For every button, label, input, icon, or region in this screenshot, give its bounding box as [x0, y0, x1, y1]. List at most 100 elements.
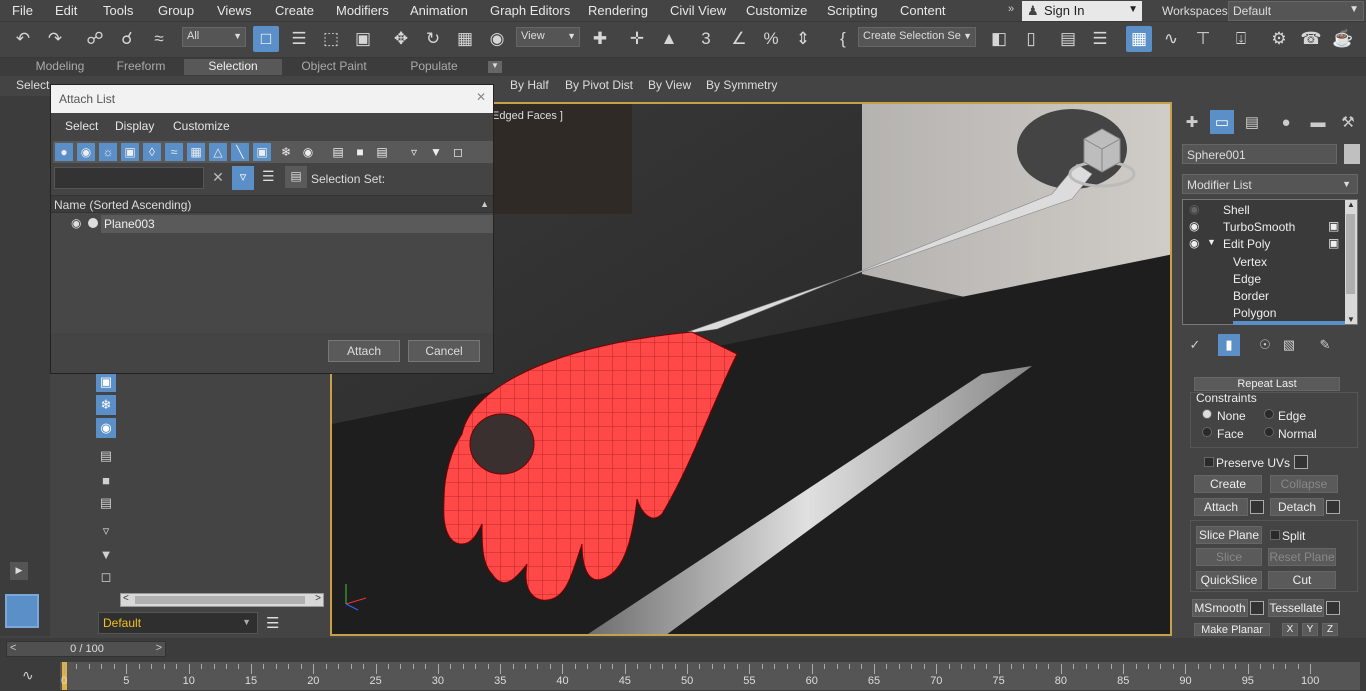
- attach-button[interactable]: Attach: [328, 340, 400, 362]
- named-selection-set-select[interactable]: Create Selection Se ▼: [858, 27, 976, 47]
- menu-animation[interactable]: Animation: [410, 3, 468, 18]
- schematic-view-icon[interactable]: ⍗: [1228, 26, 1254, 52]
- menu-rendering[interactable]: Rendering: [588, 3, 648, 18]
- collapse-button[interactable]: Collapse: [1270, 475, 1338, 493]
- viewport-layout-icon[interactable]: [5, 594, 39, 628]
- display-hidden-icon[interactable]: ◉: [96, 418, 116, 438]
- scroll-left-icon[interactable]: <: [123, 593, 129, 604]
- object-color-swatch[interactable]: [1344, 144, 1360, 164]
- redo-icon[interactable]: ↷: [42, 26, 68, 52]
- dope-sheet-icon[interactable]: ⊤: [1190, 26, 1216, 52]
- expand-down-icon[interactable]: ▼: [1207, 237, 1216, 247]
- next-frame-icon[interactable]: >: [156, 642, 162, 654]
- scene-explorer-toggle-icon[interactable]: ▤: [1055, 26, 1081, 52]
- dialog-menu-customize[interactable]: Customize: [173, 119, 230, 133]
- planar-x-button[interactable]: X: [1282, 623, 1298, 636]
- select-all-icon[interactable]: ▤: [329, 143, 347, 161]
- subobject-edge[interactable]: Edge: [1233, 272, 1261, 289]
- menu-views[interactable]: Views: [217, 3, 251, 18]
- curve-editor-icon[interactable]: ∿: [1158, 26, 1184, 52]
- layer-stack-icon[interactable]: ☰: [266, 614, 279, 632]
- planar-z-button[interactable]: Z: [1322, 623, 1338, 636]
- subobject-vertex[interactable]: Vertex: [1233, 255, 1267, 272]
- render-frame-icon[interactable]: ☕: [1330, 26, 1356, 52]
- spacewarps-filter-icon[interactable]: ≈: [165, 143, 183, 161]
- stack-item-turbosmooth[interactable]: ◉ TurboSmooth ▣: [1183, 219, 1345, 236]
- dialog-menu-select[interactable]: Select: [65, 119, 98, 133]
- select-button[interactable]: Select: [16, 78, 49, 92]
- create-panel-icon[interactable]: ✚: [1180, 110, 1204, 134]
- list-item-name[interactable]: Plane003: [101, 215, 493, 233]
- visibility-off-icon[interactable]: ◉: [1189, 202, 1199, 216]
- menu-edit[interactable]: Edit: [55, 3, 77, 18]
- menu-graph-editors[interactable]: Graph Editors: [490, 3, 570, 18]
- dialog-search-input[interactable]: [54, 167, 204, 189]
- sign-in-button[interactable]: ♟ Sign In ▼: [1022, 1, 1142, 21]
- select-invert-icon[interactable]: ▤: [96, 493, 116, 513]
- menu-civil-view[interactable]: Civil View: [670, 3, 726, 18]
- select-none-icon[interactable]: ■: [96, 470, 116, 490]
- modifier-list-select[interactable]: Modifier List ▼: [1182, 174, 1358, 194]
- slice-button[interactable]: Slice: [1196, 548, 1262, 566]
- select-by-name-icon[interactable]: ☰: [286, 26, 312, 52]
- scale-icon[interactable]: ▦: [452, 26, 478, 52]
- spinner-snap-icon[interactable]: ⇕: [790, 26, 816, 52]
- hierarchy-icon[interactable]: ▤: [285, 166, 307, 188]
- stack-item-shell[interactable]: ◉ Shell: [1183, 202, 1345, 219]
- rotate-icon[interactable]: ↻: [420, 26, 446, 52]
- display-cameras-icon[interactable]: ▣: [96, 372, 116, 392]
- by-pivot-dist-button[interactable]: By Pivot Dist: [565, 78, 633, 92]
- stack-item-edit-poly[interactable]: ◉ ▼ Edit Poly ▣: [1183, 236, 1345, 253]
- msmooth-settings-icon[interactable]: [1250, 601, 1264, 615]
- preserve-uvs-checkbox[interactable]: [1204, 457, 1214, 467]
- geometry-filter-icon[interactable]: ●: [55, 143, 73, 161]
- dialog-menu-display[interactable]: Display: [115, 119, 154, 133]
- pin-stack-icon[interactable]: ✓: [1184, 334, 1206, 356]
- by-symmetry-button[interactable]: By Symmetry: [706, 78, 777, 92]
- scroll-right-icon[interactable]: >: [315, 593, 321, 604]
- subobject-border[interactable]: Border: [1233, 289, 1269, 306]
- groups-filter-icon[interactable]: ▦: [187, 143, 205, 161]
- motion-panel-icon[interactable]: ●: [1274, 110, 1298, 134]
- angle-snap-icon[interactable]: ∠: [726, 26, 752, 52]
- dialog-title-bar[interactable]: Attach List: [51, 85, 493, 113]
- select-none-icon[interactable]: ■: [351, 143, 369, 161]
- filter-icon[interactable]: ▿: [405, 143, 423, 161]
- tab-object-paint[interactable]: Object Paint: [288, 59, 380, 75]
- menu-create[interactable]: Create: [275, 3, 314, 18]
- by-view-button[interactable]: By View: [648, 78, 691, 92]
- link-icon[interactable]: ☍: [82, 26, 108, 52]
- filter-toggle-icon[interactable]: ▼: [96, 544, 116, 564]
- tab-modeling[interactable]: Modeling: [22, 59, 98, 75]
- attach-button[interactable]: Attach: [1194, 498, 1248, 516]
- split-checkbox[interactable]: [1270, 530, 1280, 540]
- name-column-header[interactable]: Name (Sorted Ascending) ▲: [51, 195, 493, 213]
- workspace-select[interactable]: Default ▼: [1228, 1, 1364, 21]
- visibility-eye-icon[interactable]: ◉: [1189, 219, 1199, 233]
- viewport-label[interactable]: Edged Faces ]: [492, 110, 563, 122]
- constraint-normal-radio[interactable]: [1264, 427, 1274, 437]
- layers-icon[interactable]: ☰: [262, 168, 275, 185]
- stack-scrollbar[interactable]: ▲ ▼: [1345, 200, 1357, 324]
- placement-icon[interactable]: ◉: [484, 26, 510, 52]
- detach-settings-icon[interactable]: [1326, 500, 1340, 514]
- snaps-toggle-icon[interactable]: 3: [693, 26, 719, 52]
- ribbon-options-icon[interactable]: ▼: [488, 61, 502, 73]
- toggle-ribbon-icon[interactable]: ▦: [1126, 26, 1152, 52]
- repeat-last-button[interactable]: Repeat Last: [1194, 377, 1340, 391]
- constraint-edge-radio[interactable]: [1264, 409, 1274, 419]
- tab-selection[interactable]: Selection: [184, 59, 282, 75]
- scene-explorer-scrollbar[interactable]: < >: [120, 593, 324, 607]
- planar-y-button[interactable]: Y: [1302, 623, 1318, 636]
- hierarchy-panel-icon[interactable]: ▤: [1240, 110, 1264, 134]
- close-icon[interactable]: ✕: [473, 90, 489, 106]
- clear-search-icon[interactable]: ✕: [209, 169, 227, 187]
- keyboard-shortcut-icon[interactable]: ▲: [656, 26, 682, 52]
- menu-modifiers[interactable]: Modifiers: [336, 3, 389, 18]
- frozen-filter-icon[interactable]: ❄: [277, 143, 295, 161]
- select-invert-icon[interactable]: ▤: [373, 143, 391, 161]
- expand-arrow-icon[interactable]: ▶: [10, 562, 28, 580]
- scroll-thumb[interactable]: [1346, 214, 1355, 294]
- scroll-thumb[interactable]: [135, 596, 305, 604]
- pivot-center-icon[interactable]: ✚: [587, 26, 613, 52]
